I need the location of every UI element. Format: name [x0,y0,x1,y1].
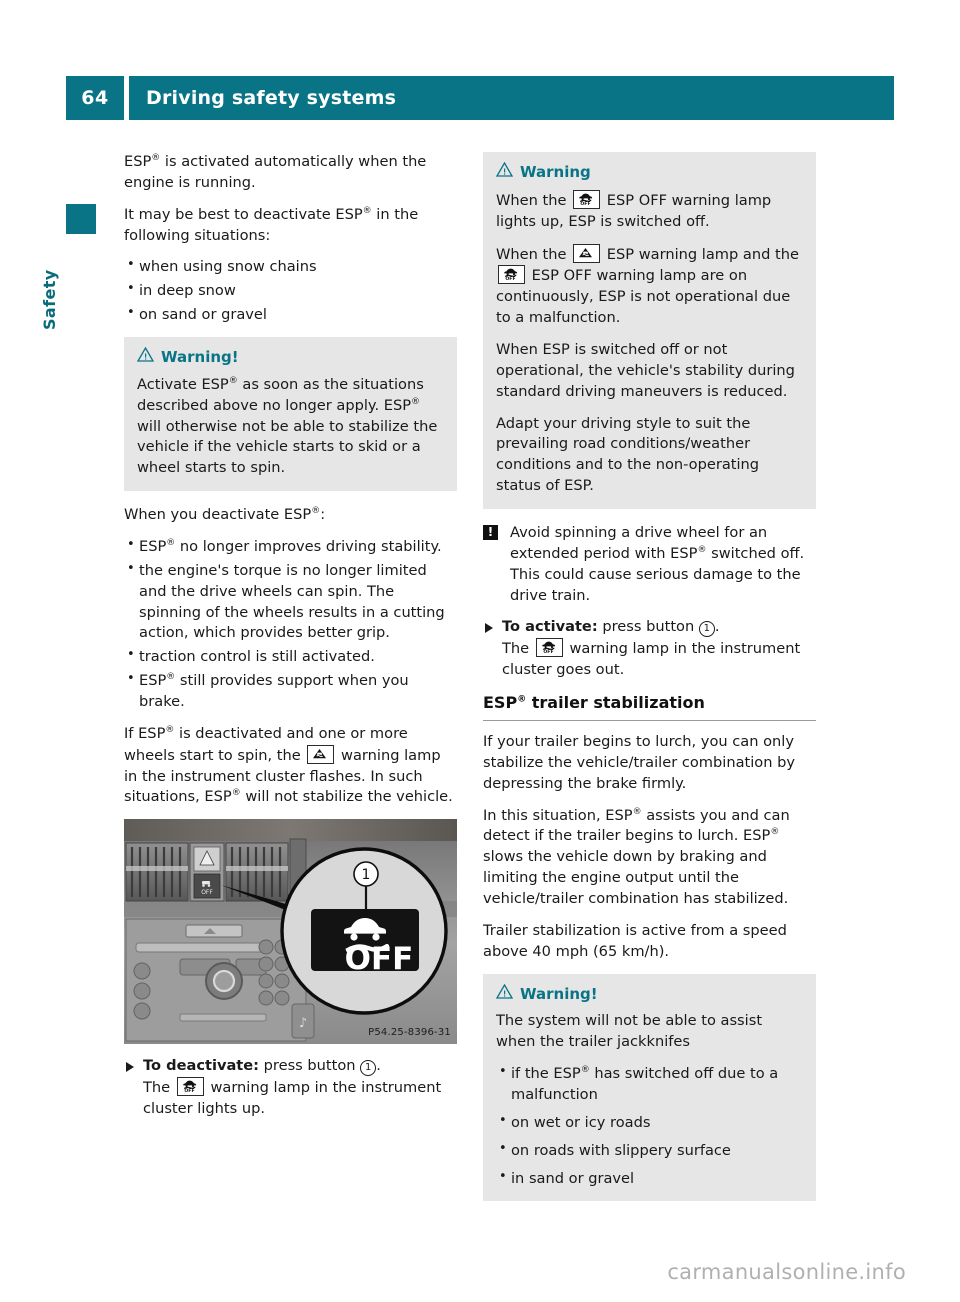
site-watermark: carmanualsonline.info [667,1260,906,1284]
section-heading: ESP® trailer stabilization [483,692,816,721]
text-segment: The [143,1079,171,1097]
warning-body: Activate ESP® as soon as the situations … [137,375,438,477]
step-lead: To activate: [502,618,598,636]
paragraph: ESP® is activated automatically when the… [124,153,427,191]
step-suffix: . [376,1057,381,1075]
step-line: To deactivate: press button 1. [143,1056,457,1077]
text-segment: ESP OFF warning lamp are on continuously… [496,267,791,327]
esp-warning-lamp-icon [573,243,601,263]
chapter-label: Safety [40,269,59,330]
bullet-list-jackknife-conditions: if the ESP® has switched off due to a ma… [496,1063,803,1190]
step-list-deactivate: To deactivate: press button 1. The OFF w… [124,1056,457,1120]
list-item: when using snow chains [124,256,457,278]
bullet-list-deactivate-effects: ESP® no longer improves driving stabilit… [124,536,457,713]
list-item: ESP® still provides support when you bra… [124,670,457,713]
list-item: the engine's torque is no longer limited… [124,560,457,644]
paragraph: In this situation, ESP® assists you and … [483,806,790,907]
svg-text:1: 1 [362,867,371,883]
svg-text:OFF: OFF [581,201,591,206]
text-segment: When the [496,245,567,263]
paragraph: It may be best to deactivate ESP® in the… [124,205,419,244]
warning-header: Warning! [495,983,803,1006]
svg-text:OFF: OFF [543,650,553,655]
step-list-activate: To activate: press button 1. The OFF war… [483,617,816,681]
list-item: ESP® no longer improves driving stabilit… [124,536,457,558]
page-title: Driving safety systems [129,76,894,120]
caution-note: ! Avoid spinning a drive wheel for an ex… [483,523,816,606]
text-segment: ESP warning lamp and the [606,245,799,263]
svg-text:OFF: OFF [201,889,213,896]
callout-reference: 1 [360,1060,377,1077]
right-column: Warning When the OFF ESP OFF warning lam… [483,152,816,1215]
warning-triangle-icon [495,983,514,1006]
page-number: 64 [66,76,124,120]
step-text: press button [263,1057,356,1075]
list-item: on wet or icy roads [496,1112,803,1134]
caution-note-body: Avoid spinning a drive wheel for an exte… [510,524,805,604]
paragraph: When you deactivate ESP®: [124,506,326,524]
chapter-marker-square [66,204,96,234]
warning-line: When ESP is switched off or not operatio… [496,341,795,400]
step-lead: To deactivate: [143,1057,260,1075]
text-segment: The [502,640,530,658]
esp-off-warning-lamp-icon: OFF [176,1077,204,1097]
list-item: traction control is still activated. [124,646,457,668]
warning-box: Warning! The system will not be able to … [483,973,816,1202]
paragraph: Trailer stabilization is active from a s… [483,921,787,960]
chapter-side-tab: Safety [40,204,96,330]
list-item: on roads with slippery surface [496,1140,803,1162]
figure-caption: P54.25-8396-31 [368,1027,451,1039]
list-item: in sand or gravel [496,1168,803,1190]
svg-text:OFF: OFF [505,277,515,282]
warning-triangle-icon [495,161,514,184]
list-item: on sand or gravel [124,304,457,326]
warning-title: Warning [520,163,591,182]
svg-text:OFF: OFF [345,941,414,977]
warning-box: Warning! Activate ESP® as soon as the si… [124,337,457,492]
svg-text:OFF: OFF [184,1088,194,1093]
warning-box: Warning When the OFF ESP OFF warning lam… [483,152,816,510]
warning-header: Warning [495,161,803,184]
warning-line-with-lamps: When the ESP warning lamp and the OFF ES… [496,243,803,329]
warning-title: Warning! [161,348,239,367]
esp-off-warning-lamp-icon: OFF [573,189,601,209]
esp-off-warning-lamp-icon: OFF [498,265,525,285]
exclamation-square-icon: ! [483,525,498,541]
step-suffix: . [714,618,720,636]
step-followup: The OFF warning lamp in the instrument c… [143,1077,457,1120]
step-item: To deactivate: press button 1. The OFF w… [124,1056,457,1120]
warning-header: Warning! [136,346,444,369]
warning-body: The system will not be able to assist wh… [496,1012,763,1051]
warning-triangle-icon [136,346,155,369]
left-column: ESP® is activated automatically when the… [124,152,457,1131]
step-text: press button [602,618,695,636]
esp-warning-lamp-icon [307,744,335,764]
warning-line-with-lamp: When the OFF ESP OFF warning lamp lights… [496,189,803,233]
step-followup: The OFF warning lamp in the instrument c… [502,638,816,681]
callout-reference: 1 [698,621,715,638]
paragraph: If your trailer begins to lurch, you can… [483,732,796,792]
warning-title: Warning! [520,984,598,1003]
svg-text:♪: ♪ [299,1016,307,1031]
page-header: 64 Driving safety systems [66,76,894,120]
step-item: To activate: press button 1. The OFF war… [483,617,816,681]
list-item: in deep snow [124,280,457,302]
paragraph-with-lamp: If ESP® is deactivated and one or more w… [124,724,457,808]
bullet-list-situations: when using snow chains in deep snow on s… [124,256,457,326]
esp-off-warning-lamp-icon: OFF [535,638,563,658]
text-segment: When the [496,191,567,209]
list-item: if the ESP® has switched off due to a ma… [496,1063,803,1106]
warning-line: Adapt your driving style to suit the pre… [496,414,760,495]
dashboard-esp-off-button-photo: OFF ♪ 1 OFF P54.25-8396-31 [124,819,457,1045]
step-line: To activate: press button 1. [502,617,816,638]
